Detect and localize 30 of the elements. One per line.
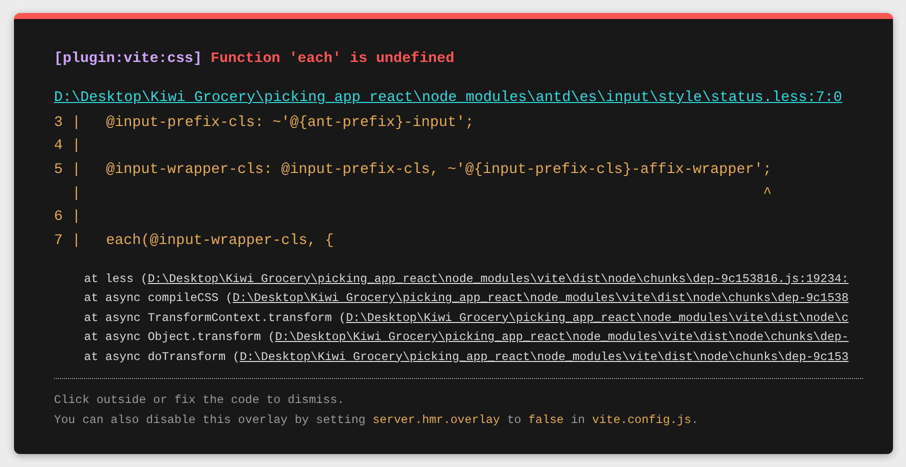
line-number: 5 <box>54 162 64 178</box>
code-text: @input-wrapper-cls: @input-prefix-cls, ~'@{input-prefix-cls}-affix-wrapper'; <box>106 162 772 178</box>
gutter-pipe-text: | <box>72 162 81 178</box>
error-message: Function 'each' is undefined <box>210 51 454 67</box>
stack-frame: at less (D:\Desktop\Kiwi Grocery\picking_app_react\node_modules\vite\dist\node\chunks\dep-9c153816.js:19234: <box>84 270 863 290</box>
stack-frame: at async Object.transform (D:\Desktop\Kiwi Grocery\picking_app_react\node_modules\vite\dist\node\chunks\dep- <box>84 328 863 348</box>
plugin-label: [plugin:vite:css] <box>54 51 202 67</box>
tip-text: You can also disable this overlay by setting server.hmr.overlay to false in vite.config.js. <box>54 412 700 429</box>
code-text: @input-prefix-cls: ~'@{ant-prefix}-input'; <box>106 114 474 131</box>
file-path-link[interactable]: D:\Desktop\Kiwi Grocery\picking_app_react\node_modules\vite\dist\node\chunks\dep-9c153816.js:19234: <box>148 272 849 286</box>
line-number: 6 <box>54 209 64 226</box>
gutter-pipe-text: | <box>72 186 81 202</box>
file-path-link[interactable]: D:\Desktop\Kiwi Grocery\picking_app_react\node_modules\vite\dist\node\c <box>346 310 849 325</box>
stack-frame: at async TransformContext.transform (D:\Desktop\Kiwi Grocery\picking_app_react\node_modules\vite\dist\node\c <box>84 308 863 328</box>
gutter-pipe-text: | <box>72 138 81 154</box>
line-number: 7 <box>54 232 64 249</box>
code-text: each(@input-wrapper-cls, { <box>106 232 334 249</box>
file-path-link[interactable]: D:\Desktop\Kiwi Grocery\picking_app_react\node_modules\vite\dist\node\chunks\dep-9c153 <box>240 350 849 364</box>
stack-frame: at async compileCSS (D:\Desktop\Kiwi Grocery\picking_app_react\node_modules\vite\dist\node\chunks\dep-9c1538 <box>84 289 863 309</box>
stack-frame: at async doTransform (D:\Desktop\Kiwi Grocery\picking_app_react\node_modules\vite\dist\node\chunks\dep-9c153 <box>84 348 863 368</box>
gutter-pipe-text: | <box>72 114 81 131</box>
gutter-pipe-text: | <box>72 232 81 249</box>
gutter-pipe-text: | <box>72 209 81 226</box>
file-link[interactable]: D:\Desktop\Kiwi Grocery\picking_app_react\node_modules\antd\es\input\style\status.less:7:0 <box>54 88 842 108</box>
line-number: 4 <box>54 138 64 154</box>
file-path-link[interactable]: D:\Desktop\Kiwi Grocery\picking_app_react\node_modules\vite\dist\node\chunks\dep- <box>275 330 849 344</box>
line-number: 3 <box>54 114 64 131</box>
file-path-link[interactable]: D:\Desktop\Kiwi Grocery\picking_app_react\node_modules\vite\dist\node\chunks\dep-9c1538 <box>232 291 849 306</box>
caret-marker: ^ <box>763 186 772 202</box>
tip-text: Click outside or fix the code to dismiss. <box>54 392 346 410</box>
